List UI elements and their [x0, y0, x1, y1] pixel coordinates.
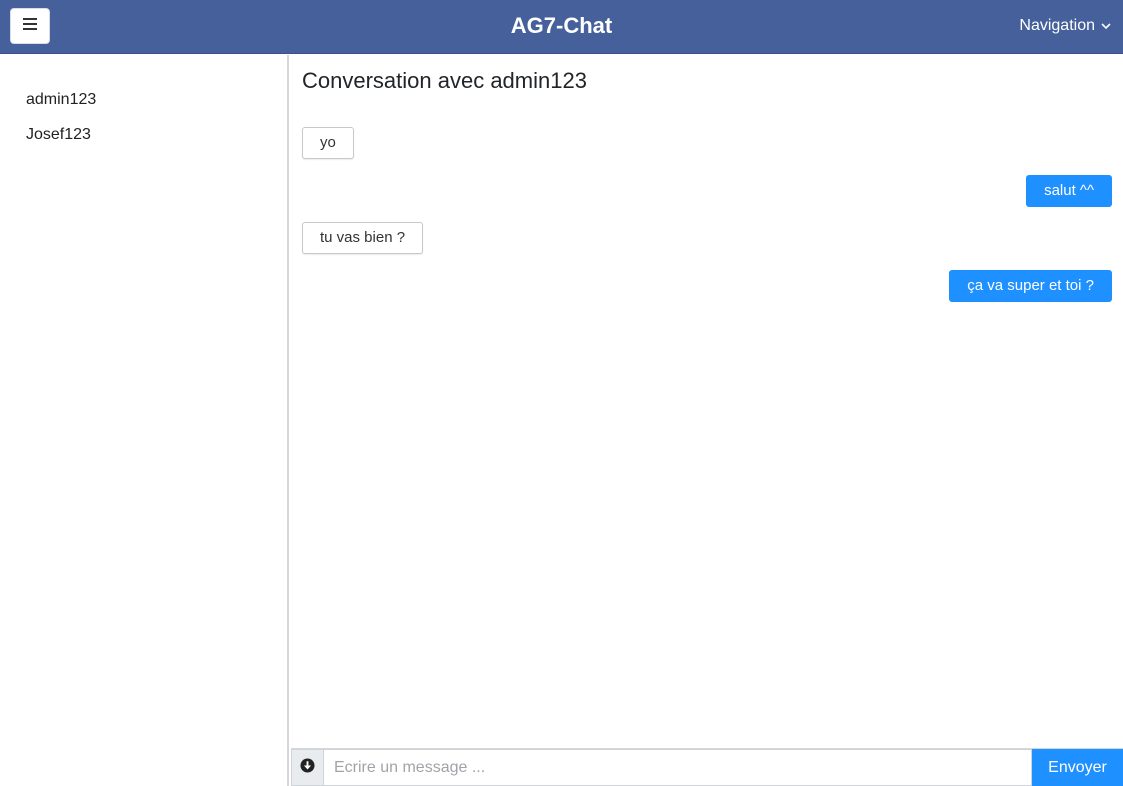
attach-button[interactable]	[291, 749, 324, 786]
message-outgoing: salut ^^	[1026, 175, 1112, 207]
arrow-circle-down-icon	[300, 757, 315, 778]
hamburger-icon	[23, 17, 37, 35]
send-button[interactable]: Envoyer	[1032, 749, 1123, 786]
message-composer: Envoyer	[291, 748, 1123, 786]
message-input[interactable]	[324, 749, 1032, 786]
conversation-title: Conversation avec admin123	[302, 68, 587, 93]
message-outgoing: ça va super et toi ?	[949, 270, 1112, 302]
message-incoming: yo	[302, 127, 354, 159]
conversation-panel: Conversation avec admin123 yo salut ^^ t…	[291, 55, 1123, 786]
chevron-down-icon	[1101, 17, 1111, 35]
app-title: AG7-Chat	[510, 13, 613, 38]
contacts-sidebar: admin123 Josef123	[0, 55, 289, 786]
navigation-dropdown[interactable]: Navigation	[1019, 15, 1111, 37]
menu-toggle-button[interactable]	[10, 8, 50, 44]
navigation-label: Navigation	[1019, 17, 1095, 34]
contact-item-admin123[interactable]: admin123	[26, 91, 96, 109]
message-incoming: tu vas bien ?	[302, 222, 424, 254]
contact-item-josef123[interactable]: Josef123	[26, 126, 91, 144]
top-navbar: AG7-Chat Navigation	[0, 0, 1123, 54]
